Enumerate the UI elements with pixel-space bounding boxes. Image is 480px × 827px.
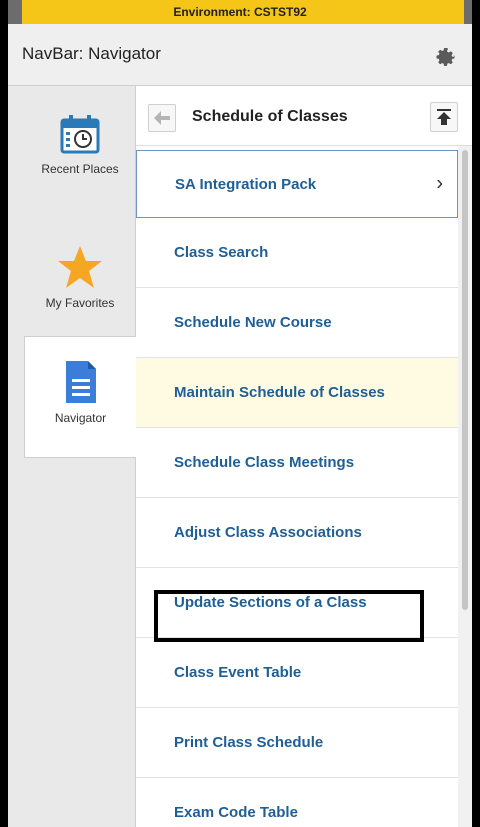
navbar-title: NavBar: Navigator — [22, 44, 161, 63]
back-arrow-icon — [154, 111, 170, 125]
list-item-label: Schedule New Course — [174, 314, 332, 331]
list-item-schedule-class-meetings[interactable]: Schedule Class Meetings — [136, 428, 458, 498]
scroll-to-top-button[interactable] — [430, 102, 458, 132]
list-item-adjust-class-associations[interactable]: Adjust Class Associations — [136, 498, 458, 568]
environment-banner: Environment: CSTST92 — [8, 0, 472, 24]
rail-item-label: My Favorites — [45, 296, 115, 310]
list-item-label: Maintain Schedule of Classes — [174, 384, 385, 401]
environment-label: Environment: CSTST92 — [173, 5, 307, 19]
list-item-label: Exam Code Table — [174, 804, 298, 821]
scrollbar[interactable] — [458, 146, 472, 827]
list-item-label: Class Event Table — [174, 664, 302, 681]
scrollbar-thumb[interactable] — [462, 150, 468, 610]
calendar-clock-icon — [60, 115, 100, 154]
star-icon — [58, 246, 102, 288]
list-item-label: Schedule Class Meetings — [174, 454, 355, 471]
rail-item-recent-places[interactable]: Recent Places — [24, 112, 136, 212]
list-item-label: SA Integration Pack — [175, 175, 317, 193]
chevron-right-icon: › — [436, 172, 443, 195]
scroll-to-top-icon — [437, 109, 451, 125]
page-title: Schedule of Classes — [192, 108, 348, 125]
list-item-maintain-schedule-of-classes[interactable]: Maintain Schedule of Classes — [136, 358, 458, 428]
highlight-box — [154, 590, 424, 642]
navigator-list: SA Integration Pack › Class Search Sched… — [136, 146, 458, 827]
document-icon — [65, 361, 96, 403]
env-bar-left-edge — [8, 0, 22, 24]
list-item-label: Adjust Class Associations — [174, 524, 362, 541]
list-item-class-search[interactable]: Class Search — [136, 218, 458, 288]
content-header: Schedule of Classes — [136, 86, 472, 146]
back-button[interactable] — [148, 104, 176, 132]
list-item-print-class-schedule[interactable]: Print Class Schedule — [136, 708, 458, 778]
navbar-header: NavBar: Navigator — [8, 24, 472, 86]
navbar-panel: Environment: CSTST92 NavBar: Navigator R… — [8, 0, 472, 827]
list-item-class-event-table[interactable]: Class Event Table — [136, 638, 458, 708]
list-item-label: Class Search — [174, 244, 269, 261]
rail-item-navigator[interactable]: Navigator — [24, 336, 136, 458]
list-item-sa-integration-pack[interactable]: SA Integration Pack › — [136, 150, 458, 218]
env-bar-right-edge — [464, 0, 472, 24]
navigator-content: Schedule of Classes SA Integration Pack … — [136, 86, 472, 827]
rail-item-my-favorites[interactable]: My Favorites — [24, 244, 136, 334]
list-item-exam-code-table[interactable]: Exam Code Table — [136, 778, 458, 827]
rail-item-label: Recent Places — [41, 162, 119, 176]
gear-icon[interactable] — [436, 48, 456, 68]
list-item-schedule-new-course[interactable]: Schedule New Course — [136, 288, 458, 358]
list-item-label: Print Class Schedule — [174, 734, 324, 751]
rail-item-label: Navigator — [54, 411, 107, 425]
